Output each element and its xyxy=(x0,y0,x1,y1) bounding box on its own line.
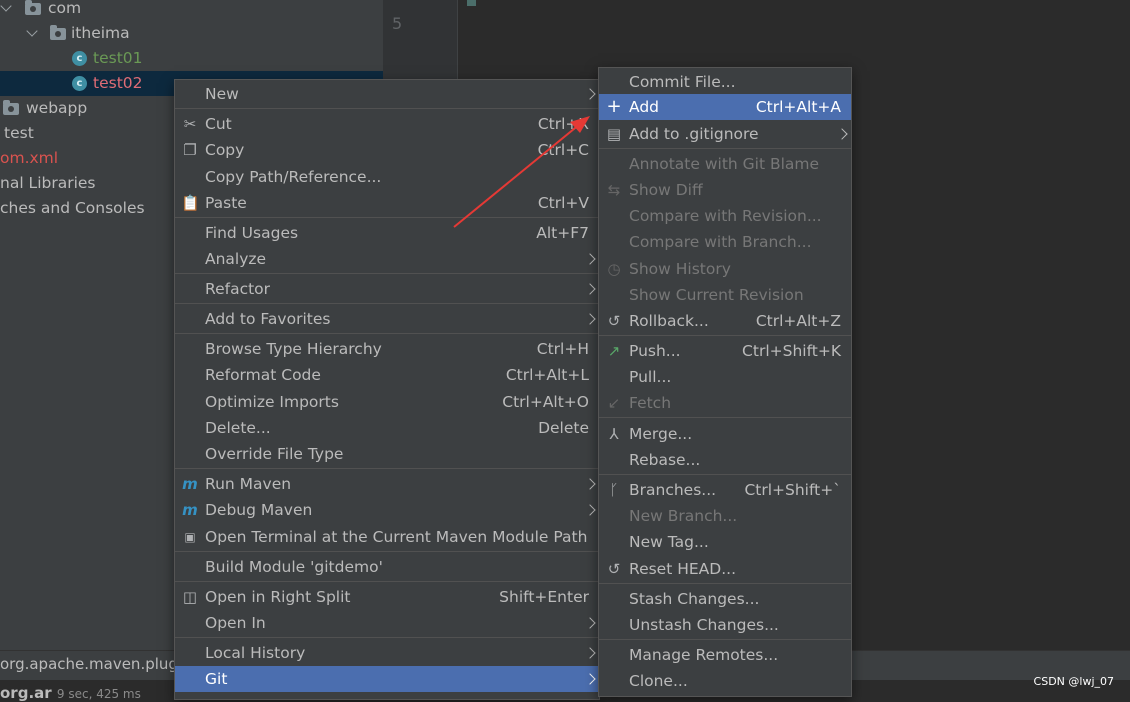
annotation-arrow-line xyxy=(453,123,581,228)
annotation-arrow xyxy=(453,116,590,228)
